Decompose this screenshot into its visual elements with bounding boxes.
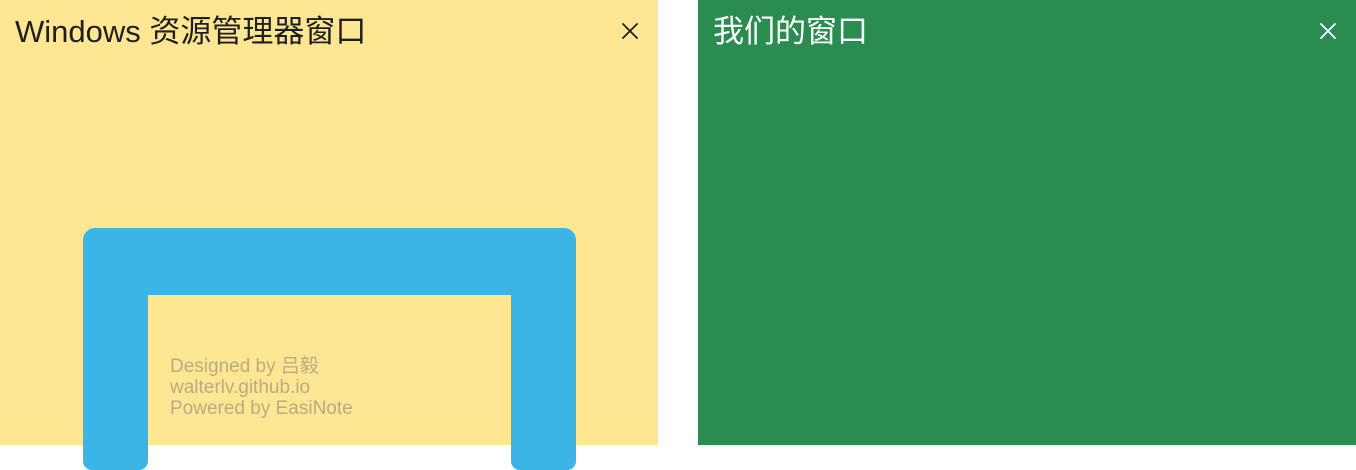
explorer-close-button[interactable]: [617, 18, 643, 44]
our-window: 我们的窗口: [698, 0, 1356, 445]
explorer-window-title: Windows 资源管理器窗口: [15, 14, 367, 49]
close-icon: [1320, 23, 1336, 39]
arch-right-leg: [511, 268, 576, 470]
arch-inner-panel: Designed by 吕毅 walterlv.github.io Powere…: [148, 295, 511, 445]
credits-block: Designed by 吕毅 walterlv.github.io Powere…: [170, 356, 353, 419]
arch-left-leg: [83, 268, 148, 470]
blue-arch-shape: Designed by 吕毅 walterlv.github.io Powere…: [83, 228, 576, 470]
our-window-close-button[interactable]: [1315, 18, 1341, 44]
arch-top-bar: [83, 228, 576, 295]
our-window-title: 我们的窗口: [713, 14, 868, 49]
credit-powered-by: Powered by EasiNote: [170, 398, 353, 419]
close-icon: [622, 23, 638, 39]
credit-website: walterlv.github.io: [170, 377, 311, 398]
credit-designer: Designed by 吕毅: [170, 356, 319, 377]
